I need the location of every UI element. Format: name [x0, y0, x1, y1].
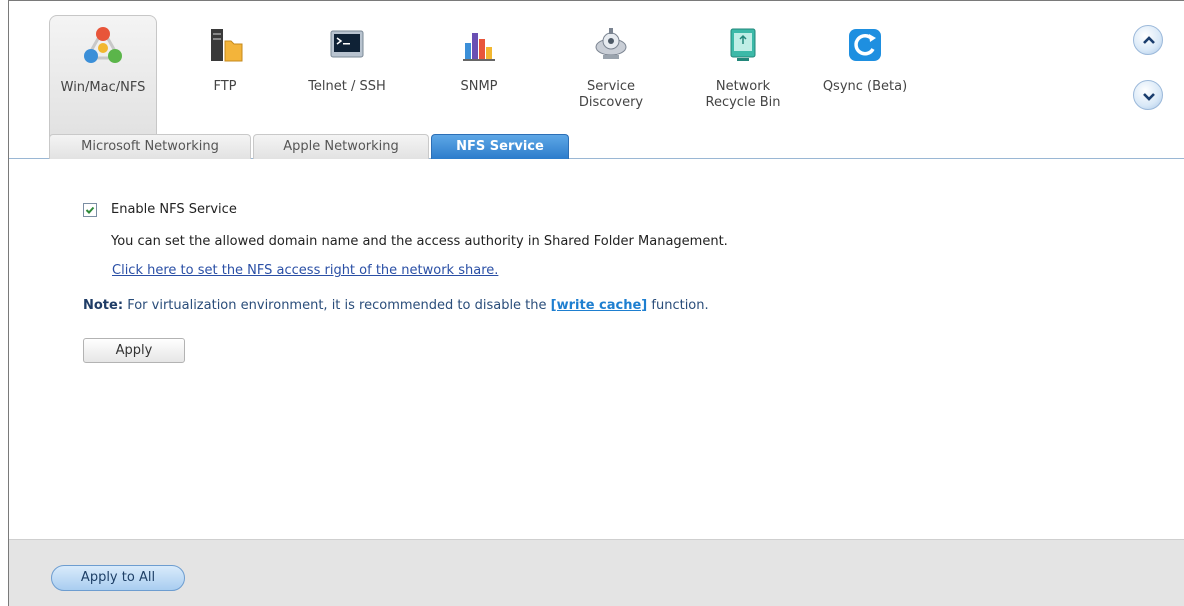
- tab-nfs-service[interactable]: NFS Service: [431, 134, 569, 159]
- note-suffix: function.: [651, 298, 709, 313]
- recycle-bin-icon: [730, 28, 756, 61]
- win-mac-nfs-icon: [84, 26, 122, 63]
- note-label: Note:: [83, 298, 124, 313]
- tab-microsoft-networking[interactable]: Microsoft Networking: [49, 134, 251, 159]
- note-text: For virtualization environment, it is re…: [127, 298, 547, 313]
- chevron-down-icon: [1143, 93, 1155, 101]
- apply-button[interactable]: Apply: [83, 338, 185, 363]
- toolbar-item-snmp[interactable]: SNMP: [425, 15, 533, 125]
- toolbar-item-ftp[interactable]: FTP: [171, 15, 279, 125]
- scroll-down-button[interactable]: [1133, 80, 1163, 110]
- toolbar-item-label: Qsync (Beta): [822, 79, 908, 94]
- service-discovery-icon: [595, 28, 627, 59]
- telnet-ssh-icon: [330, 30, 364, 58]
- enable-nfs-checkbox[interactable]: [83, 203, 97, 217]
- toolbar-item-label: Win/Mac/NFS: [60, 80, 146, 95]
- toolbar-item-label: Telnet / SSH: [308, 79, 386, 94]
- enable-nfs-label[interactable]: Enable NFS Service: [111, 202, 237, 217]
- chevron-up-icon: [1143, 36, 1155, 44]
- toolbar-item-qsync[interactable]: Qsync (Beta): [811, 15, 919, 125]
- footer-bar: Apply to All: [9, 539, 1184, 606]
- toolbar-item-label: FTP: [213, 79, 237, 94]
- qsync-icon: [849, 29, 881, 61]
- toolbar-item-telnet-ssh[interactable]: Telnet / SSH: [293, 15, 401, 125]
- checkmark-icon: [85, 206, 95, 214]
- tab-apple-networking[interactable]: Apple Networking: [253, 134, 429, 159]
- toolbar-item-label: Service Discovery: [578, 79, 644, 110]
- snmp-icon: [463, 33, 495, 61]
- toolbar-item-label: SNMP: [460, 79, 498, 94]
- nfs-access-right-link[interactable]: Click here to set the NFS access right o…: [112, 263, 498, 278]
- window-frame: Win/Mac/NFS FTP Telnet / SSH SNMP Servic…: [8, 0, 1184, 606]
- toolbar-item-network-recycle-bin[interactable]: Network Recycle Bin: [689, 15, 797, 125]
- write-cache-link[interactable]: [write cache]: [551, 298, 648, 313]
- ftp-icon: [211, 29, 243, 62]
- virtualization-note: Note: For virtualization environment, it…: [83, 298, 709, 313]
- nfs-settings-panel: Enable NFS Service You can set the allow…: [9, 159, 1184, 539]
- toolbar-item-label: Network Recycle Bin: [705, 79, 781, 110]
- scroll-up-button[interactable]: [1133, 25, 1163, 55]
- apply-to-all-button[interactable]: Apply to All: [51, 565, 185, 591]
- toolbar-item-service-discovery[interactable]: Service Discovery: [557, 15, 665, 125]
- nfs-description: You can set the allowed domain name and …: [111, 234, 728, 249]
- tab-bar: Microsoft Networking Apple Networking NF…: [9, 134, 1184, 159]
